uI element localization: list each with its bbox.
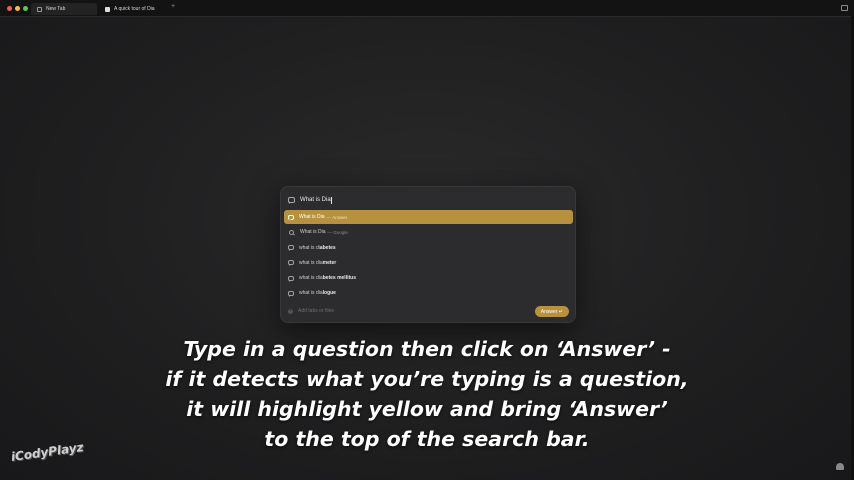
chat-bubble-icon	[288, 290, 294, 297]
chat-bubble-icon	[288, 197, 295, 204]
maximize-window-button[interactable]	[23, 6, 28, 11]
video-caption: Type in a question then click on ‘Answer…	[0, 334, 854, 454]
plus-icon: +	[288, 307, 293, 314]
add-context-placeholder: Add tabs or files	[298, 308, 334, 314]
suggestion-list: What is Dia — Answer What is Dia — Googl…	[284, 210, 573, 302]
minimize-window-button[interactable]	[15, 6, 20, 11]
suggestion-completion: abetes	[319, 244, 336, 251]
search-row: What is Dia	[281, 193, 575, 207]
suggestion-text: what is dia	[299, 259, 323, 266]
page-favicon-icon	[105, 6, 110, 12]
suggestion-item[interactable]: what is dia betes mellitus	[284, 271, 573, 285]
suggestion-source: — Answer	[326, 214, 348, 220]
text-caret	[330, 196, 332, 204]
suggestion-item[interactable]: what is dia meter	[284, 256, 573, 270]
suggestion-answer[interactable]: What is Dia — Answer	[284, 210, 573, 224]
caption-line: Type in a question then click on ‘Answer…	[183, 337, 671, 361]
tab-label: A quick tour of Dia	[114, 6, 155, 12]
suggestion-completion: meter	[322, 259, 337, 266]
suggestion-text: what is dia	[299, 275, 323, 282]
caption-line: if it detects what you’re typing is a qu…	[165, 367, 689, 391]
sidebar-toggle-icon[interactable]	[841, 5, 848, 11]
suggestion-source: — Google	[327, 229, 348, 235]
tab-label: New Tab	[46, 6, 66, 12]
assistant-icon[interactable]	[836, 463, 844, 470]
caption-line: to the top of the search bar.	[264, 427, 590, 451]
browser-window: New Tab A quick tour of Dia + What is Di…	[0, 0, 854, 480]
chat-bubble-icon	[288, 260, 294, 267]
add-context-button[interactable]: + Add tabs or files	[288, 308, 334, 314]
command-palette: What is Dia What is Dia — Answer What is…	[280, 186, 576, 323]
suggestion-text: What is Dia	[300, 229, 326, 236]
suggestion-text: what is dia	[299, 290, 323, 297]
chat-bubble-icon	[288, 214, 294, 221]
suggestion-text: What is Dia	[299, 214, 325, 220]
tab-new-tab[interactable]: New Tab	[31, 3, 97, 15]
suggestion-item[interactable]: what is dia logue	[284, 286, 573, 300]
close-window-button[interactable]	[7, 6, 12, 11]
search-input[interactable]: What is Dia	[300, 197, 331, 203]
suggestion-text: what is di	[299, 244, 320, 251]
search-icon	[289, 229, 294, 235]
chat-bubble-icon	[288, 275, 294, 282]
chat-bubble-icon	[288, 245, 294, 252]
answer-button[interactable]: Answer ↵	[534, 306, 569, 317]
new-tab-button[interactable]: +	[171, 3, 175, 10]
tab-dia-tour[interactable]: A quick tour of Dia	[99, 3, 171, 15]
new-tab-icon	[37, 6, 42, 12]
suggestion-completion: logue	[322, 290, 336, 297]
suggestion-item[interactable]: what is di abetes	[284, 241, 573, 255]
caption-line: it will highlight yellow and bring ‘Answ…	[186, 397, 668, 421]
suggestion-google[interactable]: What is Dia — Google	[284, 225, 573, 239]
tab-bar: New Tab A quick tour of Dia +	[0, 0, 854, 17]
suggestion-completion: betes mellitus	[322, 275, 356, 282]
